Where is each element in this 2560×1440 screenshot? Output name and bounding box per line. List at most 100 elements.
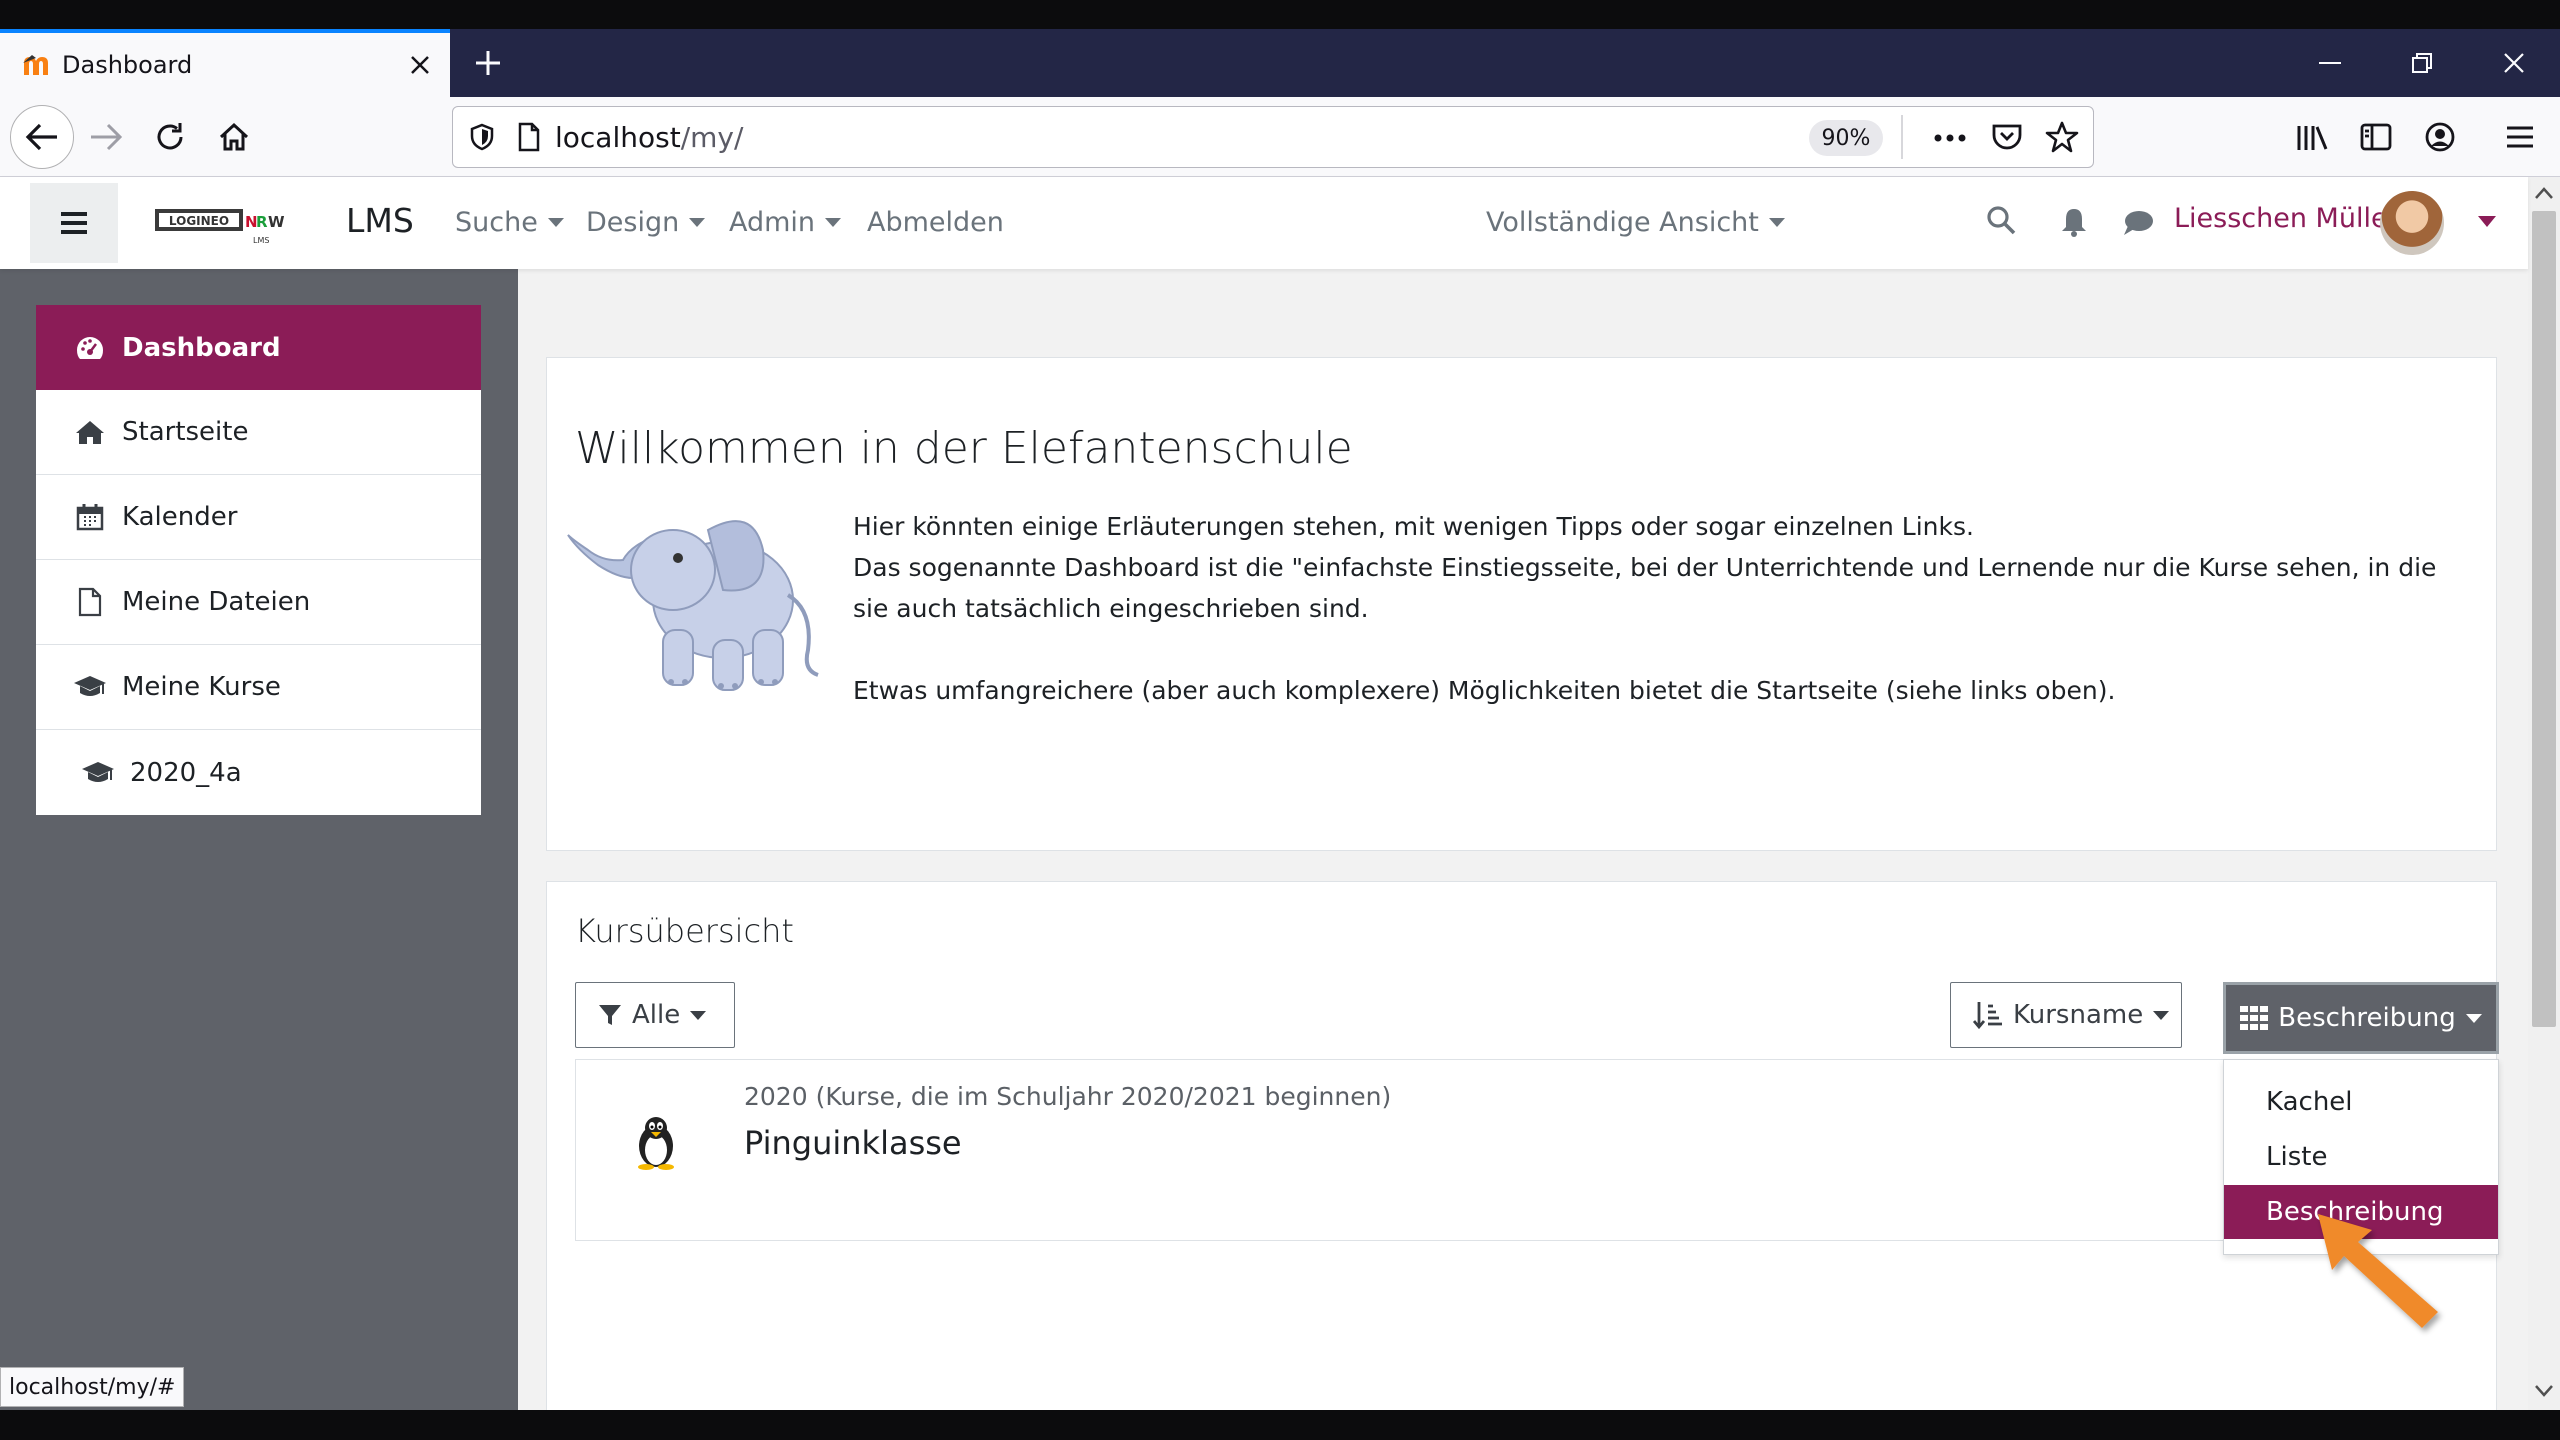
home-icon xyxy=(70,419,110,445)
view-option-kachel[interactable]: Kachel xyxy=(2224,1075,2498,1129)
welcome-line-1: Hier könnten einige Erläuterungen stehen… xyxy=(853,512,1974,541)
menu-abmelden[interactable]: Abmelden xyxy=(867,207,1004,238)
browser-toolbar: localhost/my/ 90% xyxy=(0,97,2560,177)
welcome-title: Willkommen in der Elefantenschule xyxy=(575,423,1353,474)
forward-arrow-icon[interactable] xyxy=(76,107,136,167)
sidebar-item-label: Dashboard xyxy=(122,332,281,363)
grid-icon xyxy=(2240,1006,2269,1030)
filter-dropdown-button[interactable]: Alle xyxy=(575,982,735,1048)
welcome-line-3: Etwas umfangreichere (aber auch komplexe… xyxy=(853,676,2116,705)
status-url-tooltip: localhost/my/# xyxy=(0,1367,185,1407)
sidebar-item-meine-dateien[interactable]: Meine Dateien xyxy=(36,560,481,645)
sort-icon xyxy=(1973,1000,2003,1030)
account-icon[interactable] xyxy=(2410,107,2470,167)
calendar-icon xyxy=(70,503,110,531)
page-icon[interactable] xyxy=(517,122,541,152)
minimize-window-icon[interactable] xyxy=(2284,29,2376,97)
bookmark-star-icon[interactable] xyxy=(2045,120,2079,158)
back-arrow-icon[interactable] xyxy=(10,105,74,169)
welcome-block: Willkommen in der Elefantenschule Hier k… xyxy=(546,357,2497,851)
urlbar-divider xyxy=(1901,115,1903,159)
svg-text:W: W xyxy=(268,213,285,231)
caret-down-icon xyxy=(689,218,706,227)
course-overview-title: Kursübersicht xyxy=(575,912,794,950)
sidebar-item-dashboard[interactable]: Dashboard xyxy=(36,305,481,390)
user-menu-caret-icon[interactable] xyxy=(2478,213,2496,232)
moodle-favicon-icon xyxy=(20,49,52,81)
menu-admin-label: Admin xyxy=(729,207,816,238)
sidebar-item-startseite[interactable]: Startseite xyxy=(36,390,481,475)
penguin-course-image xyxy=(632,1114,680,1170)
close-tab-icon[interactable] xyxy=(390,35,450,95)
tutorial-arrow-icon xyxy=(2310,1208,2450,1338)
menu-abmelden-label: Abmelden xyxy=(867,207,1004,238)
caret-down-icon xyxy=(690,1010,707,1020)
restore-window-icon[interactable] xyxy=(2376,29,2468,97)
url-path: /my/ xyxy=(680,120,744,154)
sidebar-item-label: Meine Dateien xyxy=(122,587,311,617)
shield-icon[interactable] xyxy=(469,123,495,151)
menu-suche-label: Suche xyxy=(455,207,538,238)
welcome-line-2: Das sogenannte Dashboard ist die "einfac… xyxy=(853,553,2437,623)
new-tab-plus-icon[interactable] xyxy=(462,37,514,89)
course-list-item[interactable]: 2020 (Kurse, die im Schuljahr 2020/2021 … xyxy=(575,1059,2475,1241)
zoom-level-badge[interactable]: 90% xyxy=(1809,120,1883,156)
url-host: localhost xyxy=(555,120,681,154)
scroll-down-icon[interactable] xyxy=(2534,1383,2554,1402)
menu-design-label: Design xyxy=(586,207,680,238)
app-menu-icon[interactable] xyxy=(2490,107,2550,167)
screen-top-bar xyxy=(0,0,2560,29)
sidebar-item-kalender[interactable]: Kalender xyxy=(36,475,481,560)
sort-dropdown-button[interactable]: Kursname xyxy=(1950,982,2182,1048)
chat-bubble-icon[interactable] xyxy=(2122,209,2154,241)
pocket-icon[interactable] xyxy=(1991,121,2023,157)
page-scrollbar[interactable] xyxy=(2528,177,2560,1410)
drawer-toggle-button[interactable] xyxy=(30,183,118,263)
home-icon[interactable] xyxy=(204,107,264,167)
menu-design[interactable]: Design xyxy=(586,207,706,238)
reload-icon[interactable] xyxy=(140,107,200,167)
view-mode-label: Vollständige Ansicht xyxy=(1486,207,1759,238)
svg-text:LMS: LMS xyxy=(253,236,269,245)
filter-label: Alle xyxy=(632,1000,681,1030)
browser-tab-dashboard[interactable]: Dashboard xyxy=(0,29,450,97)
view-option-liste[interactable]: Liste xyxy=(2224,1130,2498,1184)
scroll-up-icon[interactable] xyxy=(2534,185,2554,204)
caret-down-icon xyxy=(2465,1013,2482,1023)
user-avatar[interactable] xyxy=(2380,191,2444,255)
view-label: Beschreibung xyxy=(2278,1003,2456,1033)
graduation-cap-icon xyxy=(78,760,118,786)
menu-suche[interactable]: Suche xyxy=(455,207,564,238)
main-content: Willkommen in der Elefantenschule Hier k… xyxy=(518,269,2528,1421)
logineo-logo[interactable]: LOGINEO N R W LMS xyxy=(155,207,290,247)
sidebar-item-label: Meine Kurse xyxy=(122,672,281,702)
view-mode-dropdown[interactable]: Vollständige Ansicht xyxy=(1486,207,1785,238)
file-icon xyxy=(70,587,110,617)
sidebar-item-meine-kurse[interactable]: Meine Kurse xyxy=(36,645,481,730)
caret-down-icon xyxy=(547,218,564,227)
caret-down-icon xyxy=(2153,1010,2170,1020)
close-window-icon[interactable] xyxy=(2468,29,2560,97)
sidebar-item-label: 2020_4a xyxy=(130,757,242,788)
caret-down-icon xyxy=(1768,218,1785,227)
user-name[interactable]: Liesschen Müller xyxy=(2174,203,2399,234)
library-icon[interactable] xyxy=(2282,107,2342,167)
sidebar-item-label: Startseite xyxy=(122,417,249,447)
course-name-link[interactable]: Pinguinklasse xyxy=(744,1124,962,1162)
svg-text:R: R xyxy=(256,213,268,231)
url-text[interactable]: localhost/my/ xyxy=(555,121,743,154)
menu-admin[interactable]: Admin xyxy=(729,207,842,238)
view-dropdown-button[interactable]: Beschreibung xyxy=(2223,982,2499,1054)
page-actions-dots-icon[interactable] xyxy=(1933,123,1967,157)
filter-icon xyxy=(598,1003,622,1027)
address-bar[interactable]: localhost/my/ 90% xyxy=(452,106,2094,168)
site-brand[interactable]: LMS xyxy=(346,201,414,240)
sort-label: Kursname xyxy=(2013,1000,2144,1030)
search-icon[interactable] xyxy=(1986,205,2016,239)
sidebar-toggle-icon[interactable] xyxy=(2346,107,2406,167)
scroll-thumb[interactable] xyxy=(2532,211,2556,1027)
sidebar-item-course-2020-4a[interactable]: 2020_4a xyxy=(36,730,481,815)
graduation-cap-icon xyxy=(70,674,110,700)
bell-icon[interactable] xyxy=(2060,207,2088,241)
browser-tab-strip: Dashboard xyxy=(0,29,2560,97)
